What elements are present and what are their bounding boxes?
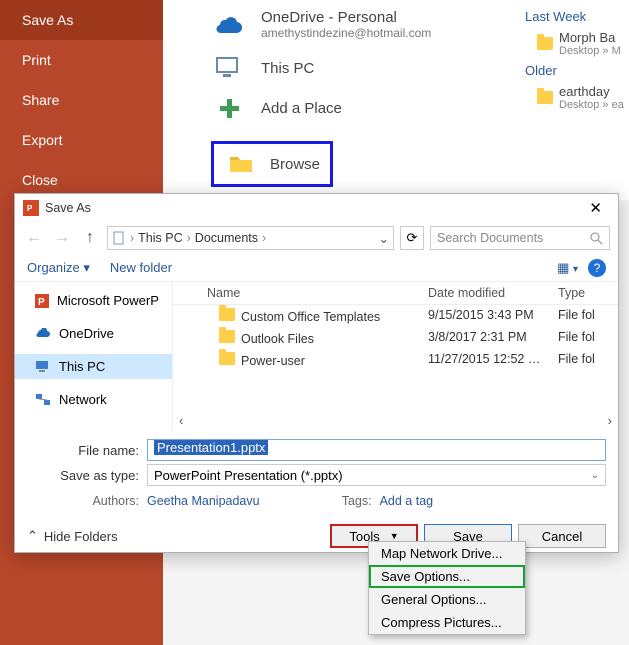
plus-icon [211, 90, 247, 126]
search-icon [589, 231, 603, 245]
save-as-dialog: P Save As ✕ ← → ↑ › This PC › Documents … [14, 193, 619, 553]
recent-head-older: Older [525, 63, 629, 78]
chevron-up-icon: ⌃ [27, 528, 38, 544]
dialog-file-list: Name Date modified Type Custom Office Te… [173, 282, 618, 430]
filename-label: File name: [27, 443, 147, 458]
search-placeholder: Search Documents [437, 231, 543, 245]
menu-save-options[interactable]: Save Options... [369, 565, 525, 588]
sidebar-save-as[interactable]: Save As [0, 0, 163, 40]
col-type[interactable]: Type [558, 286, 618, 300]
col-name[interactable]: Name [173, 286, 428, 300]
dialog-titlebar: P Save As ✕ [15, 194, 618, 222]
dialog-footer: ⌃ Hide Folders Tools▼ Save Cancel [15, 514, 618, 558]
powerpoint-icon: P [35, 294, 49, 308]
recent-name: Morph Ba [559, 30, 621, 45]
folder-icon [537, 91, 553, 104]
savetype-select[interactable]: PowerPoint Presentation (*.pptx) ⌄ [147, 464, 606, 486]
cloud-icon [211, 6, 247, 42]
list-row[interactable]: Outlook Files 3/8/2017 2:31 PM File fol [173, 327, 618, 349]
sidebar-print[interactable]: Print [0, 40, 163, 80]
authors-value[interactable]: Geetha Manipadavu [147, 494, 260, 508]
menu-general-options[interactable]: General Options... [369, 588, 525, 611]
cloud-icon [35, 328, 51, 339]
view-button[interactable]: ▦ ▾ [557, 260, 578, 276]
side-onedrive[interactable]: OneDrive [15, 321, 172, 346]
recent-item-0[interactable]: Morph Ba Desktop » M [525, 30, 629, 57]
menu-compress-pictures[interactable]: Compress Pictures... [369, 611, 525, 634]
recent-item-1[interactable]: earthday Desktop » ea [525, 84, 629, 111]
h-scrollbar[interactable]: ‹› [179, 413, 612, 428]
organize-button[interactable]: Organize ▾ [27, 260, 90, 276]
chevron-down-icon: ▼ [390, 531, 399, 541]
sidebar-export[interactable]: Export [0, 120, 163, 160]
side-network[interactable]: Network [15, 387, 172, 412]
tags-value[interactable]: Add a tag [380, 494, 434, 508]
powerpoint-icon: P [23, 200, 39, 216]
crumb-0[interactable]: This PC [138, 231, 182, 245]
chevron-down-icon[interactable]: ⌄ [379, 231, 389, 246]
doc-icon [112, 231, 126, 245]
crumb-1[interactable]: Documents [195, 231, 258, 245]
pc-icon [35, 360, 51, 373]
hide-folders-button[interactable]: ⌃ Hide Folders [27, 528, 118, 544]
dialog-fields: File name: Presentation1.pptx Save as ty… [15, 430, 618, 514]
browse-title: Browse [270, 156, 320, 173]
onedrive-title: OneDrive - Personal [261, 9, 431, 26]
list-row[interactable]: Custom Office Templates 9/15/2015 3:43 P… [173, 305, 618, 327]
search-input[interactable]: Search Documents [430, 226, 610, 250]
thispc-title: This PC [261, 60, 314, 77]
list-row[interactable]: Power-user 11/27/2015 12:52 … File fol [173, 349, 618, 371]
recent-head-lastweek: Last Week [525, 9, 629, 24]
authors-label: Authors: [27, 494, 147, 508]
onedrive-sub: amethystindezine@hotmail.com [261, 26, 431, 40]
recent-sub: Desktop » ea [559, 99, 624, 111]
dialog-toolbar: Organize ▾ New folder ▦ ▾ ? [15, 254, 618, 282]
location-browse-row: Browse [211, 144, 629, 184]
pc-icon [211, 50, 247, 86]
nav-back-icon[interactable]: ← [23, 229, 45, 247]
newfolder-button[interactable]: New folder [110, 260, 172, 275]
address-bar[interactable]: › This PC › Documents › ⌄ [107, 226, 394, 250]
dialog-title: Save As [45, 201, 581, 215]
cancel-button[interactable]: Cancel [518, 524, 606, 548]
folder-icon [219, 352, 235, 365]
chevron-down-icon: ▾ [573, 264, 578, 275]
network-icon [35, 393, 51, 406]
browse-highlight[interactable]: Browse [211, 141, 333, 187]
recent-column: Last Week Morph Ba Desktop » M Older ear… [509, 0, 629, 117]
savetype-label: Save as type: [27, 468, 147, 483]
nav-up-icon[interactable]: ↑ [79, 229, 101, 247]
help-icon[interactable]: ? [588, 259, 606, 277]
folder-icon [537, 37, 553, 50]
dialog-navrow: ← → ↑ › This PC › Documents › ⌄ ⟳ Search… [15, 222, 618, 254]
nav-fwd-icon[interactable]: → [51, 229, 73, 247]
folder-icon [219, 308, 235, 321]
dialog-body: P Microsoft PowerP OneDrive This PC Netw… [15, 282, 618, 430]
svg-text:P: P [38, 297, 45, 308]
refresh-button[interactable]: ⟳ [400, 226, 424, 250]
sidebar-share[interactable]: Share [0, 80, 163, 120]
recent-name: earthday [559, 84, 624, 99]
filename-input[interactable]: Presentation1.pptx [147, 439, 606, 461]
recent-sub: Desktop » M [559, 45, 621, 57]
close-icon[interactable]: ✕ [581, 199, 610, 217]
list-header: Name Date modified Type [173, 282, 618, 305]
menu-map-drive[interactable]: Map Network Drive... [369, 542, 525, 565]
tags-label: Tags: [340, 494, 380, 508]
tools-dropdown: Map Network Drive... Save Options... Gen… [368, 541, 526, 635]
side-thispc[interactable]: This PC [15, 354, 172, 379]
col-date[interactable]: Date modified [428, 286, 558, 300]
side-powerpoint[interactable]: P Microsoft PowerP [15, 288, 172, 313]
addplace-title: Add a Place [261, 100, 342, 117]
svg-text:P: P [27, 204, 33, 213]
chevron-down-icon: ⌄ [591, 470, 599, 481]
dialog-side-nav: P Microsoft PowerP OneDrive This PC Netw… [15, 282, 173, 430]
chevron-down-icon: ▾ [83, 260, 90, 275]
folder-open-icon [224, 146, 260, 182]
folder-icon [219, 330, 235, 343]
